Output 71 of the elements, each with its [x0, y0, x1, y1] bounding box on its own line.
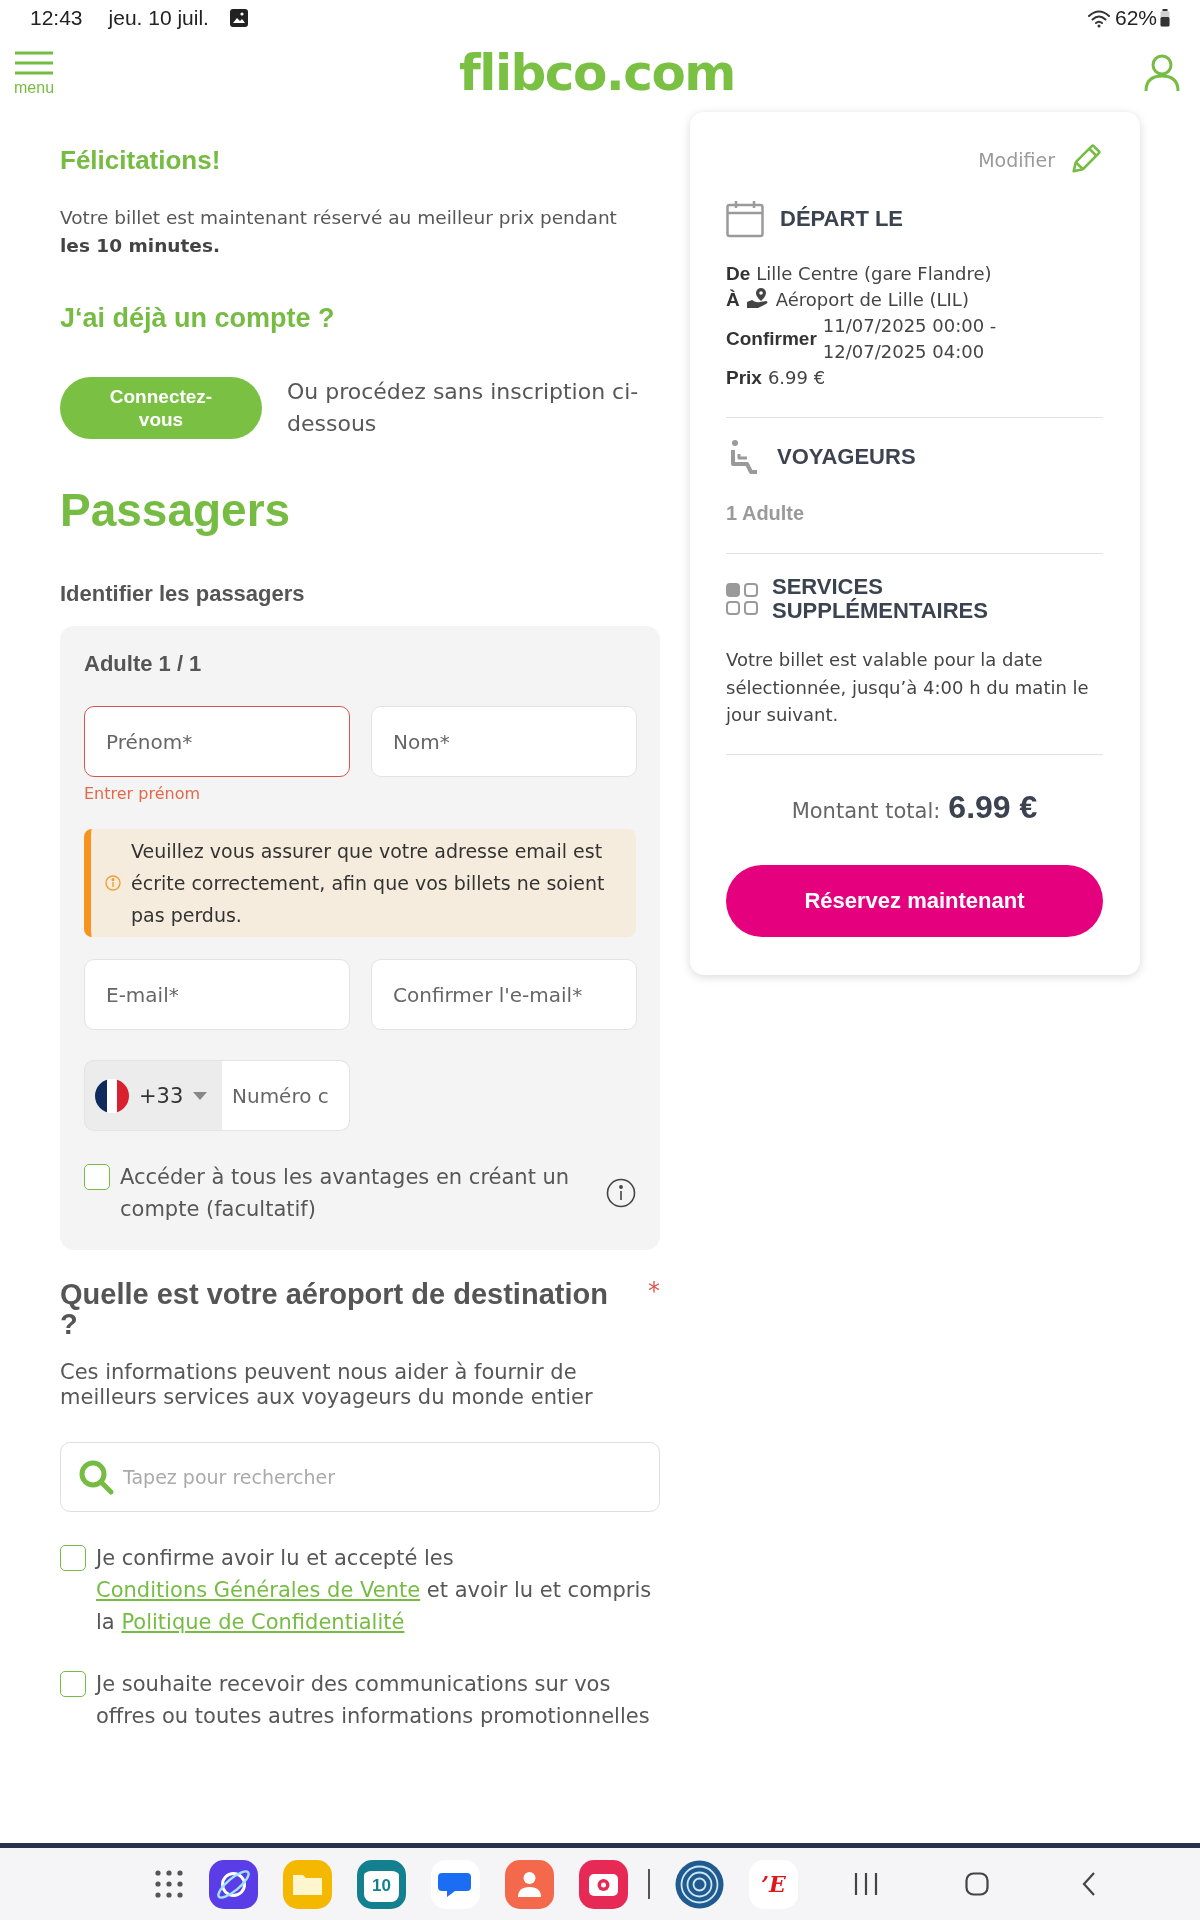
- notice-text: Veuillez vous assurer que votre adresse email est écrite correctement, afin que vos billets ne soient pas perdus.: [131, 839, 606, 928]
- checkbox[interactable]: [84, 1164, 110, 1190]
- grid-icon: [726, 583, 758, 615]
- search-icon: [78, 1459, 114, 1495]
- question-hint: Ces informations peuvent nous aider à fournir de meilleurs services aux voyageurs du monde entier: [60, 1360, 594, 1410]
- inline-link[interactable]: Politique de Confidentialité: [121, 1610, 405, 1634]
- detail-value: 6.99 €: [767, 366, 826, 390]
- detail-label: Prix: [726, 366, 762, 390]
- location-pin-icon: [745, 287, 770, 309]
- seat-icon: [729, 439, 759, 475]
- dock-divider-icon: [648, 1869, 650, 1899]
- battery-icon: [1160, 9, 1170, 27]
- back-icon[interactable]: [1081, 1871, 1097, 1897]
- menu-icon: [14, 50, 54, 75]
- image-icon: [228, 8, 249, 28]
- required-mark: *: [648, 1279, 660, 1303]
- calendar-icon: [726, 200, 764, 238]
- guest-text: Ou procédez sans inscription ci-dessous: [287, 378, 640, 438]
- section-title: DÉPART LE: [780, 207, 904, 231]
- detail-value: Lille Centre (gare Flandre): [756, 262, 992, 286]
- chat-bubble-icon[interactable]: [431, 1859, 480, 1909]
- detail-value: Aéroport de Lille (LIL): [775, 288, 969, 312]
- total-label: Montant total:: [791, 797, 941, 825]
- confirm-email-input[interactable]: Confirmer l'e-mail*: [371, 959, 637, 1030]
- error-message: Entrer prénom: [84, 784, 200, 803]
- section-title: VOYAGEURS: [777, 445, 916, 469]
- success-title: Félicitations!: [60, 144, 222, 176]
- passenger-title: Adulte 1 / 1: [84, 650, 203, 678]
- total-amount: 6.99 €: [948, 787, 1038, 827]
- search-input[interactable]: Tapez pour rechercher: [60, 1442, 660, 1512]
- checkbox[interactable]: [60, 1671, 86, 1697]
- page-title: Passagers: [60, 483, 292, 537]
- site-logo[interactable]: flibco.com: [459, 44, 735, 102]
- calendar-app-button[interactable]: 10: [357, 1859, 406, 1909]
- account-title: J‘ai déjà un compte ?: [60, 302, 336, 335]
- wifi-icon: [1086, 8, 1111, 28]
- section-subtitle: Identifier les passagers: [60, 580, 306, 608]
- detail-value: 11/07/2025 00:00 - 12/07/2025 04:00: [822, 314, 998, 364]
- question-title: Quelle est votre aéroport de destination ?: [60, 1279, 609, 1339]
- status-date: jeu. 10 juil.: [108, 6, 209, 30]
- detail-label: À: [726, 288, 740, 312]
- info-icon: [105, 875, 121, 891]
- news-app-button[interactable]: ’E: [749, 1859, 798, 1909]
- planet-icon[interactable]: [209, 1859, 258, 1909]
- consent-text: Je confirme avoir lu et accepté les Conditions Générales de Vente et avoir lu et compris la Politique de Confidentialité: [96, 1545, 653, 1636]
- section-title: SERVICES SUPPLÉMENTAIRES: [772, 575, 989, 623]
- travellers-count: 1 Adulte: [726, 501, 806, 525]
- checkbox[interactable]: [60, 1545, 86, 1571]
- person-icon[interactable]: [505, 1859, 554, 1909]
- last-name-input[interactable]: Nom*: [371, 706, 637, 777]
- inline-link[interactable]: Conditions Générales de Vente: [96, 1578, 421, 1602]
- info-icon[interactable]: [606, 1178, 636, 1208]
- login-button[interactable]: Connectez-vous: [60, 377, 262, 439]
- checkbox-label: Accéder à tous les avantages en créant un compte (facultatif): [120, 1164, 571, 1223]
- edit-button[interactable]: Modifier: [978, 142, 1103, 177]
- email-input[interactable]: E-mail*: [84, 959, 350, 1030]
- battery-percentage: 62%: [1114, 6, 1157, 30]
- book-now-button[interactable]: Réservez maintenant: [726, 864, 1103, 937]
- radar-icon[interactable]: [675, 1859, 724, 1909]
- app-grid-icon[interactable]: [155, 1870, 183, 1898]
- success-message: Votre billet est maintenant réservé au meilleur prix pendant les 10 minutes.: [60, 206, 618, 258]
- menu-button[interactable]: menu: [14, 50, 55, 96]
- home-icon[interactable]: [965, 1872, 989, 1896]
- services-text: Votre billet est valable pour la date sélectionnée, jusqu’à 4:00 h du matin le jour suivant.: [726, 648, 1090, 727]
- consent-text: Je souhaite recevoir des communications sur vos offres ou toutes autres informations promotionnelles: [96, 1671, 651, 1730]
- recent-apps-icon[interactable]: [853, 1871, 879, 1897]
- detail-label: Confirmer: [726, 327, 817, 351]
- detail-label: De: [726, 262, 751, 286]
- camera-icon[interactable]: [579, 1859, 628, 1909]
- status-time: 12:43: [30, 6, 83, 30]
- first-name-input[interactable]: Prénom*: [84, 706, 350, 777]
